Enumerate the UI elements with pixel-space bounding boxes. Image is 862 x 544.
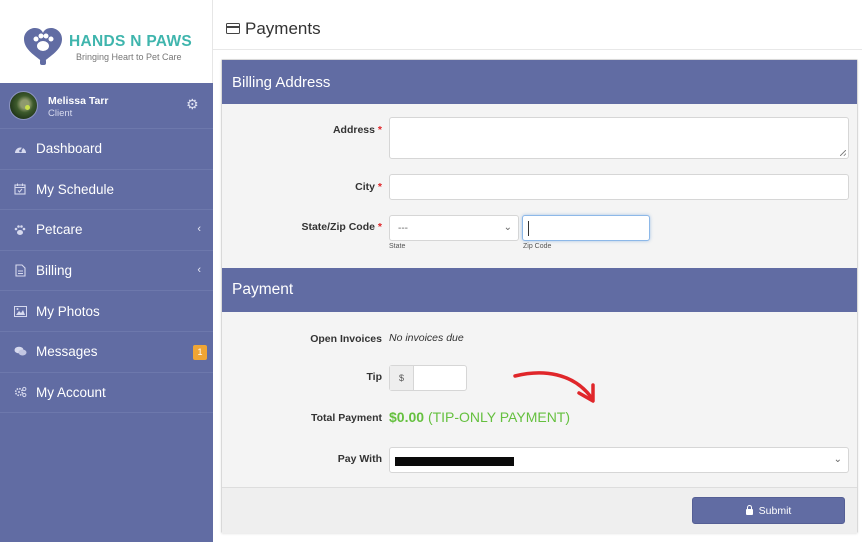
form-footer: Submit: [222, 487, 857, 533]
resize-handle-icon[interactable]: [840, 150, 846, 156]
state-selected-value: ---: [398, 222, 408, 234]
total-payment-value: $0.00 (TIP-ONLY PAYMENT): [389, 409, 570, 425]
messages-count-badge: 1: [193, 344, 207, 360]
sidebar-item-petcare[interactable]: Petcare ‹: [0, 210, 213, 251]
credit-card-icon: [226, 23, 240, 34]
sidebar-item-label: Petcare: [36, 222, 83, 238]
sidebar-item-my-account[interactable]: My Account: [0, 373, 213, 414]
page-header: Payments: [213, 0, 862, 50]
total-note: (TIP-ONLY PAYMENT): [427, 409, 571, 425]
city-label: City *: [355, 181, 382, 193]
zip-hint: Zip Code: [523, 243, 552, 250]
cogs-icon: [13, 385, 27, 399]
billing-address-header: Billing Address: [222, 60, 857, 104]
calendar-check-icon: [13, 182, 27, 196]
required-marker: *: [377, 124, 382, 136]
submit-label: Submit: [758, 504, 792, 517]
sidebar-item-my-schedule[interactable]: My Schedule: [0, 170, 213, 211]
state-hint: State: [389, 243, 406, 250]
sidebar-item-label: My Photos: [36, 303, 100, 319]
paw-icon: [13, 223, 27, 237]
total-amount: $0.00: [389, 409, 425, 425]
open-invoices-value: No invoices due: [389, 332, 464, 344]
lock-icon: [745, 504, 753, 515]
pay-with-select[interactable]: ⌄: [389, 447, 849, 473]
tip-label: Tip: [366, 371, 382, 383]
sidebar-item-label: Billing: [36, 263, 73, 279]
chevron-left-icon: ‹: [197, 263, 201, 276]
main-content: Payments Billing Address Address * City …: [213, 0, 862, 544]
document-icon: [13, 264, 27, 278]
user-name: Melissa Tarr: [48, 95, 109, 107]
sidebar: HANDS N PAWS Bringing Heart to Pet Care …: [0, 0, 213, 542]
sidebar-item-messages[interactable]: Messages 1: [0, 332, 213, 373]
image-icon: [13, 304, 27, 318]
avatar[interactable]: [9, 91, 38, 120]
zip-code-input[interactable]: [522, 215, 650, 241]
payment-header: Payment: [222, 268, 857, 312]
sidebar-item-label: Messages: [36, 344, 98, 360]
chevron-left-icon: ‹: [197, 223, 201, 236]
tip-input-group[interactable]: $: [389, 365, 467, 391]
address-textarea[interactable]: [389, 117, 849, 159]
state-zip-label: State/Zip Code *: [301, 221, 382, 233]
chevron-down-icon: ⌄: [503, 222, 512, 233]
brand-tagline: Bringing Heart to Pet Care: [76, 52, 182, 62]
dollar-addon: $: [390, 366, 414, 390]
page-title: Payments: [245, 19, 321, 38]
sidebar-item-dashboard[interactable]: Dashboard: [0, 129, 213, 170]
sidebar-item-label: Dashboard: [36, 141, 103, 157]
user-panel: Melissa Tarr Client ⚙: [0, 83, 213, 129]
heart-paw-logo-icon: [24, 28, 62, 65]
gear-icon[interactable]: ⚙: [186, 97, 200, 111]
payment-form-panel: Billing Address Address * City * State/Z…: [221, 59, 858, 533]
address-label: Address *: [332, 124, 382, 136]
required-marker: *: [377, 181, 382, 193]
logo[interactable]: HANDS N PAWS Bringing Heart to Pet Care: [0, 0, 213, 83]
total-payment-label: Total Payment: [311, 412, 382, 424]
sidebar-item-label: My Account: [36, 384, 106, 400]
pay-with-label: Pay With: [337, 453, 382, 465]
brand-name: HANDS N PAWS: [69, 33, 193, 50]
sidebar-item-label: My Schedule: [36, 181, 115, 197]
sidebar-nav: Dashboard My Schedule Petcare ‹ Billing …: [0, 129, 213, 414]
state-select[interactable]: --- ⌄: [389, 215, 519, 241]
submit-button[interactable]: Submit: [692, 497, 845, 524]
dashboard-icon: [13, 142, 27, 156]
user-role: Client: [48, 108, 73, 119]
comments-icon: [13, 345, 27, 359]
chevron-down-icon: ⌄: [833, 454, 842, 465]
city-input[interactable]: [389, 174, 849, 200]
open-invoices-label: Open Invoices: [310, 333, 382, 345]
sidebar-item-billing[interactable]: Billing ‹: [0, 251, 213, 292]
text-cursor: [528, 221, 529, 236]
redacted-payment-method: [395, 457, 514, 466]
required-marker: *: [377, 221, 382, 233]
sidebar-item-my-photos[interactable]: My Photos: [0, 291, 213, 332]
